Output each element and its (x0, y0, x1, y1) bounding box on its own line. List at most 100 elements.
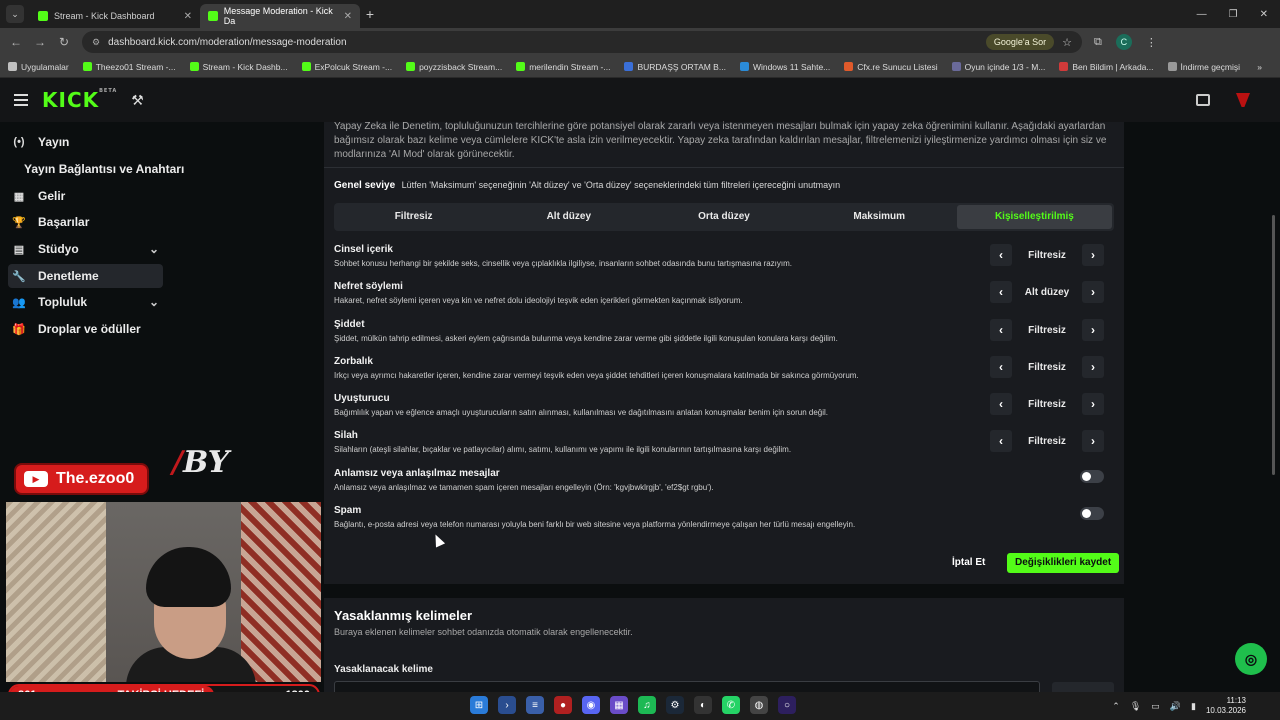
clock-date: 10.03.2026 (1205, 706, 1246, 715)
tab-search-dropdown[interactable]: ⌄ (6, 5, 24, 23)
app-grid-icon[interactable]: ▦ (610, 696, 628, 714)
bookmark-item[interactable]: merilendin Stream -... (516, 62, 610, 72)
gibberish-toggle[interactable] (1080, 470, 1104, 483)
chevron-right-icon[interactable]: › (1082, 281, 1104, 303)
bookmark-item[interactable]: Oyun içinde 1/3 - M... (951, 62, 1045, 72)
chevron-left-icon[interactable]: ‹ (990, 319, 1012, 341)
close-tab-icon[interactable]: ✕ (344, 11, 352, 22)
help-chat-button[interactable]: ◎ (1235, 643, 1267, 675)
bookmark-item[interactable]: Windows 11 Sahte... (739, 62, 830, 72)
profile-avatar[interactable]: C (1115, 34, 1132, 50)
level-option-maximum[interactable]: Maksimum (802, 205, 957, 229)
chrome-icon[interactable]: ◍ (750, 696, 768, 714)
browser-tab-stream-dashboard[interactable]: Stream - Kick Dashboard ✕ (30, 4, 200, 28)
category-hate-speech: Nefret söylemi Hakaret, nefret söylemi i… (334, 281, 1114, 313)
whatsapp-icon[interactable]: ✆ (722, 696, 740, 714)
sidebar-item-stream-key[interactable]: Yayın Bağlantısı ve Anahtarı (8, 157, 188, 181)
volume-icon[interactable]: 🔊 (1170, 701, 1181, 712)
kick-favicon-icon (516, 62, 526, 71)
toggle-description: Anlamsız veya anlaşılmaz ve tamamen spam… (334, 483, 714, 492)
chevron-left-icon[interactable]: ‹ (990, 281, 1012, 303)
sidebar-item-studio[interactable]: ▤ Stüdyo ⌄ (8, 237, 163, 261)
terminal-icon[interactable]: › (498, 696, 516, 714)
kick-logo[interactable]: KICKBETA (42, 88, 117, 112)
sidebar-item-income[interactable]: ▦ Gelir (8, 184, 163, 208)
microphone-icon[interactable]: 🎙 (1130, 701, 1141, 712)
site-favicon-icon (1059, 62, 1069, 71)
sidebar-item-moderation[interactable]: 🔧 Denetleme (8, 264, 163, 288)
notepad-icon[interactable]: ≡ (526, 696, 544, 714)
chevron-left-icon[interactable]: ‹ (990, 430, 1012, 452)
level-option-medium[interactable]: Orta düzey (646, 205, 801, 229)
chevron-left-icon[interactable]: ‹ (990, 356, 1012, 378)
sidebar-item-drops[interactable]: 🎁 Droplar ve ödüller (8, 317, 188, 341)
hammer-icon[interactable]: ⚒ (131, 92, 144, 109)
battery-icon[interactable]: ▮ (1191, 701, 1196, 712)
category-bullying: Zorbalık Irkçı veya ayrımcı hakaretler i… (334, 356, 1114, 388)
bookmark-star-icon[interactable]: ☆ (1062, 36, 1072, 49)
spam-toggle[interactable] (1080, 507, 1104, 520)
close-window-icon[interactable]: ✕ (1260, 9, 1268, 20)
sidebar-item-community[interactable]: 👥 Topluluk ⌄ (8, 290, 163, 314)
streaming-app-icon[interactable]: ● (554, 696, 572, 714)
browser-tab-message-moderation[interactable]: Message Moderation - Kick Da ✕ (200, 4, 360, 28)
bookmark-item[interactable]: poyzzisback Stream... (406, 62, 502, 72)
bookmark-item[interactable]: Stream - Kick Dashb... (189, 62, 288, 72)
start-icon[interactable]: ⊞ (470, 696, 488, 714)
user-avatar[interactable] (1236, 93, 1250, 107)
bookmark-item[interactable]: Cfx.re Sunucu Listesi (844, 62, 938, 72)
bookmark-item[interactable]: Theezo01 Stream -... (82, 62, 176, 72)
close-tab-icon[interactable]: ✕ (184, 11, 192, 22)
network-icon[interactable]: ▭ (1151, 701, 1160, 712)
tray-overflow-icon[interactable]: ⌃ (1112, 701, 1120, 712)
stream-preview-icon[interactable] (1196, 94, 1210, 106)
back-icon[interactable]: ← (4, 35, 28, 49)
level-option-low[interactable]: Alt düzey (491, 205, 646, 229)
chevron-right-icon[interactable]: › (1082, 430, 1104, 452)
new-tab-button[interactable]: + (360, 6, 380, 22)
spotify-icon[interactable]: ♫ (638, 696, 656, 714)
page-scrollbar[interactable] (1272, 215, 1275, 475)
save-changes-button[interactable]: Değişiklikleri kaydet (1007, 553, 1120, 573)
minimize-icon[interactable]: — (1197, 9, 1207, 20)
assistant-icon[interactable]: ○ (778, 696, 796, 714)
more-bookmarks-icon[interactable]: » (1257, 62, 1280, 72)
obs-icon[interactable]: ◐ (694, 696, 712, 714)
level-option-unfiltered[interactable]: Filtresiz (336, 205, 491, 229)
banned-word-label: Yasaklanacak kelime (334, 664, 433, 675)
category-level-value: Alt düzey (1024, 286, 1070, 298)
bookmark-item[interactable]: İndirme geçmişi (1167, 62, 1240, 72)
steam-icon[interactable]: ⚙ (666, 696, 684, 714)
level-option-custom[interactable]: Kişiselleştirilmiş (956, 205, 1113, 229)
cancel-button[interactable]: İptal Et (952, 553, 985, 573)
kick-favicon-icon (208, 11, 218, 21)
bookmark-item[interactable]: Ben Bildim | Arkada... (1059, 62, 1154, 72)
reload-icon[interactable]: ↻ (52, 35, 76, 49)
restore-icon[interactable]: ❐ (1229, 9, 1238, 20)
toggle-title: Spam (334, 505, 362, 516)
site-info-icon[interactable]: ⚙ (92, 37, 100, 48)
sidebar-item-achievements[interactable]: 🏆 Başarılar (8, 210, 163, 234)
clock[interactable]: 11:13 10.03.2026 (1206, 696, 1246, 716)
chevron-left-icon[interactable]: ‹ (990, 244, 1012, 266)
chevron-right-icon[interactable]: › (1082, 356, 1104, 378)
bookmark-item[interactable]: BURDAŞŞ ORTAM B... (624, 62, 726, 72)
chevron-right-icon[interactable]: › (1082, 244, 1104, 266)
browser-menu-icon[interactable]: ⋮ (1146, 36, 1157, 49)
menu-icon[interactable] (14, 91, 28, 109)
bookmark-apps[interactable]: Uygulamalar (8, 62, 69, 72)
toggle-row-gibberish: Anlamsız veya anlaşılmaz mesajlar Anlams… (334, 468, 1114, 500)
google-ask-button[interactable]: Google'a Sor (985, 34, 1055, 50)
bookmark-item[interactable]: ExPolcuk Stream -... (301, 62, 392, 72)
broadcast-icon: (•) (13, 136, 25, 148)
chevron-right-icon[interactable]: › (1082, 319, 1104, 341)
extensions-icon[interactable]: ⧉ (1094, 36, 1102, 49)
chevron-right-icon[interactable]: › (1082, 393, 1104, 415)
chevron-left-icon[interactable]: ‹ (990, 393, 1012, 415)
forward-icon[interactable]: → (28, 35, 52, 49)
sidebar-item-stream[interactable]: (•) Yayın (8, 130, 163, 154)
sidebar-item-label: Başarılar (38, 215, 90, 229)
discord-icon[interactable]: ◉ (582, 696, 600, 714)
address-bar[interactable]: ⚙ dashboard.kick.com/moderation/message-… (82, 31, 1082, 53)
revenue-icon: ▦ (13, 190, 25, 203)
